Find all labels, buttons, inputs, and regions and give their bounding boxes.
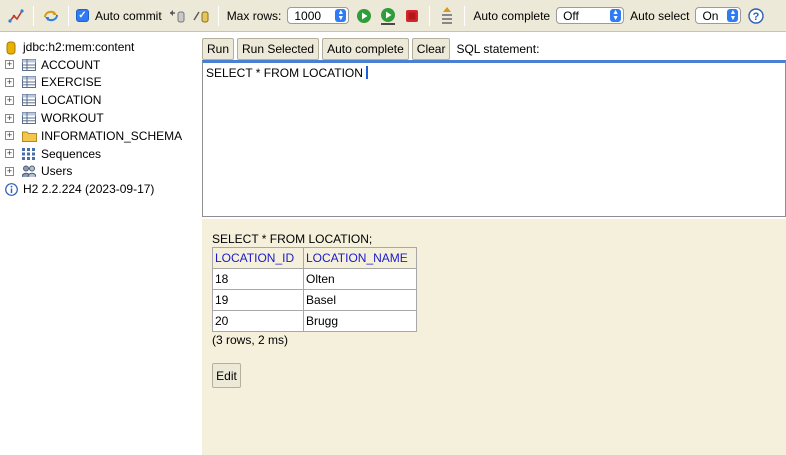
- auto-select-select[interactable]: On ▲ ▼: [695, 7, 742, 24]
- select-arrows-icon: ▲ ▼: [335, 9, 347, 22]
- result-sql: SELECT * FROM LOCATION;: [212, 232, 373, 246]
- rollback-icon[interactable]: [167, 6, 187, 26]
- svg-text:?: ?: [753, 11, 760, 23]
- sql-text: SELECT * FROM LOCATION: [206, 66, 363, 80]
- commit-icon[interactable]: [191, 6, 211, 26]
- expand-icon[interactable]: +: [5, 95, 14, 105]
- query-toolbar: Run Run Selected Auto complete Clear SQL…: [202, 38, 786, 60]
- tree-item-exercise[interactable]: + EXERCISE: [0, 74, 200, 92]
- select-arrows-icon: ▲ ▼: [727, 9, 739, 22]
- connection-label: jdbc:h2:mem:content: [23, 39, 135, 54]
- run-selected-button[interactable]: Run Selected: [237, 38, 320, 60]
- table-cell: 19: [212, 289, 304, 311]
- table-header-row: LOCATION_ID LOCATION_NAME: [212, 247, 417, 269]
- toolbar: ✓ Auto commit Max rows: 1000 ▲ ▼ Auto com…: [0, 0, 786, 32]
- tree-item-label: INFORMATION_SCHEMA: [41, 128, 183, 143]
- tree-connection[interactable]: jdbc:h2:mem:content: [0, 38, 200, 56]
- tree-item-information-schema[interactable]: + INFORMATION_SCHEMA: [0, 127, 200, 145]
- expand-icon[interactable]: +: [5, 77, 14, 87]
- expand-icon[interactable]: +: [5, 166, 14, 176]
- table-icon: [22, 58, 36, 71]
- table-row: 20 Brugg: [212, 310, 417, 332]
- tree-item-location[interactable]: + LOCATION: [0, 91, 200, 109]
- auto-complete-button[interactable]: Auto complete: [322, 38, 409, 60]
- table-cell: 20: [212, 310, 304, 332]
- help-icon[interactable]: ?: [746, 6, 766, 26]
- auto-select-value: On: [702, 8, 719, 23]
- users-icon: [21, 165, 37, 178]
- folder-icon: [22, 130, 37, 142]
- auto-complete-value: Off: [563, 8, 579, 23]
- tree-item-label: EXERCISE: [41, 75, 102, 90]
- tree-item-label: ACCOUNT: [41, 57, 101, 72]
- expand-icon[interactable]: +: [5, 131, 14, 141]
- auto-complete-select[interactable]: Off ▲ ▼: [556, 7, 625, 24]
- toolbar-divider: [429, 5, 431, 26]
- run-selected-icon[interactable]: [378, 6, 398, 26]
- result-pane: SELECT * FROM LOCATION; LOCATION_ID LOCA…: [202, 219, 786, 455]
- table-icon: [22, 112, 36, 125]
- tree-item-label: WORKOUT: [41, 111, 104, 126]
- expand-icon[interactable]: +: [5, 60, 14, 70]
- auto-commit-label: Auto commit: [95, 8, 162, 23]
- column-header-location-id[interactable]: LOCATION_ID: [212, 247, 304, 269]
- max-rows-select[interactable]: 1000 ▲ ▼: [287, 7, 350, 24]
- sequences-icon: [22, 147, 36, 160]
- table-cell: Olten: [303, 268, 417, 290]
- max-rows-label: Max rows:: [226, 8, 282, 23]
- tree-item-workout[interactable]: + WORKOUT: [0, 109, 200, 127]
- expand-icon[interactable]: +: [5, 113, 14, 123]
- table-icon: [22, 76, 36, 89]
- tree-item-users[interactable]: + Users: [0, 163, 200, 181]
- toolbar-divider: [68, 5, 69, 26]
- tree-item-label: LOCATION: [41, 93, 102, 108]
- max-rows-value: 1000: [294, 8, 322, 23]
- object-tree: jdbc:h2:mem:content + ACCOUNT + EXERCISE…: [0, 38, 200, 198]
- text-cursor: [365, 66, 368, 79]
- table-icon: [22, 94, 36, 107]
- toolbar-divider: [33, 5, 34, 26]
- tree-item-sequences[interactable]: + Sequences: [0, 145, 200, 163]
- table-cell: Brugg: [303, 310, 417, 332]
- sql-statement-label: SQL statement:: [456, 42, 540, 56]
- table-cell: Basel: [303, 289, 417, 311]
- version-label: H2 2.2.224 (2023-09-17): [23, 182, 155, 197]
- table-row: 18 Olten: [212, 268, 417, 290]
- tree-item-label: Users: [41, 164, 73, 179]
- info-icon: [5, 183, 19, 197]
- run-icon[interactable]: [354, 6, 374, 26]
- history-icon[interactable]: [437, 6, 457, 26]
- clear-button[interactable]: Clear: [411, 38, 451, 60]
- tree-item-account[interactable]: + ACCOUNT: [0, 56, 200, 74]
- toolbar-divider: [464, 5, 466, 26]
- select-arrows-icon: ▲ ▼: [610, 9, 622, 22]
- result-table: LOCATION_ID LOCATION_NAME 18 Olten 19 Ba…: [212, 247, 417, 332]
- edit-button[interactable]: Edit: [212, 363, 241, 388]
- stop-icon[interactable]: [402, 6, 422, 26]
- table-cell: 18: [212, 268, 304, 290]
- auto-complete-label: Auto complete: [473, 8, 551, 23]
- sql-editor[interactable]: SELECT * FROM LOCATION: [202, 60, 786, 217]
- toolbar-divider: [217, 5, 219, 26]
- row-count: (3 rows, 2 ms): [212, 333, 289, 347]
- database-icon: [6, 41, 20, 55]
- expand-icon[interactable]: +: [5, 149, 14, 159]
- run-button[interactable]: Run: [202, 38, 235, 60]
- auto-select-label: Auto select: [630, 8, 690, 23]
- table-row: 19 Basel: [212, 289, 417, 311]
- tree-version: H2 2.2.224 (2023-09-17): [0, 180, 200, 198]
- auto-commit-checkbox[interactable]: ✓: [76, 9, 89, 22]
- tree-item-label: Sequences: [41, 146, 102, 161]
- column-header-location-name[interactable]: LOCATION_NAME: [303, 247, 417, 269]
- refresh-icon[interactable]: [41, 6, 61, 26]
- disconnect-icon[interactable]: [6, 6, 26, 26]
